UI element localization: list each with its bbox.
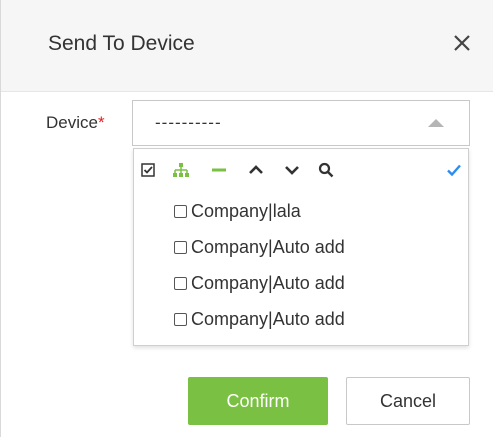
search-icon <box>318 162 334 178</box>
close-button[interactable] <box>447 28 477 58</box>
device-dropdown: Company|lala Company|Auto add Company|Au… <box>133 148 469 346</box>
dialog-title: Send To Device <box>48 32 195 55</box>
search-button[interactable] <box>317 161 335 179</box>
device-label: Device* <box>46 113 105 133</box>
chevron-up-icon <box>428 119 444 127</box>
tree-view-button[interactable] <box>172 161 190 179</box>
device-label-text: Device <box>46 113 98 132</box>
dropdown-toolbar <box>134 149 468 189</box>
confirm-selection-button[interactable] <box>445 161 463 179</box>
tree-icon <box>173 163 189 177</box>
checkbox-icon[interactable] <box>174 240 187 254</box>
checkbox-icon[interactable] <box>174 276 187 290</box>
collapse-button[interactable] <box>210 161 228 179</box>
check-icon <box>447 164 461 177</box>
device-option[interactable]: Company|Auto add <box>174 305 345 333</box>
device-option[interactable]: Company|Auto add <box>174 233 345 261</box>
select-all-button[interactable] <box>139 161 157 179</box>
collapse-icon <box>212 168 226 172</box>
select-all-icon <box>141 163 155 177</box>
device-option-label: Company|Auto add <box>191 308 345 329</box>
confirm-button[interactable]: Confirm <box>188 377 328 425</box>
checkbox-icon[interactable] <box>174 204 187 218</box>
dialog-header: Send To Device <box>1 0 493 92</box>
close-icon <box>454 35 470 51</box>
required-mark: * <box>97 113 105 132</box>
device-option[interactable]: Company|Auto add <box>174 269 345 297</box>
device-option-label: Company|Auto add <box>191 236 345 257</box>
device-option-label: Company|lala <box>191 200 301 221</box>
send-to-device-dialog: Send To Device Device* ---------- Compan… <box>0 0 493 437</box>
move-down-button[interactable] <box>283 161 301 179</box>
device-option-label: Company|Auto add <box>191 272 345 293</box>
checkbox-icon[interactable] <box>174 312 187 326</box>
device-select-value: ---------- <box>155 113 222 132</box>
chevron-down-icon <box>285 166 299 175</box>
chevron-up-icon <box>249 165 263 174</box>
cancel-button[interactable]: Cancel <box>346 377 470 425</box>
device-select[interactable]: ---------- <box>132 100 470 146</box>
device-option[interactable]: Company|lala <box>174 197 301 225</box>
move-up-button[interactable] <box>247 161 265 179</box>
